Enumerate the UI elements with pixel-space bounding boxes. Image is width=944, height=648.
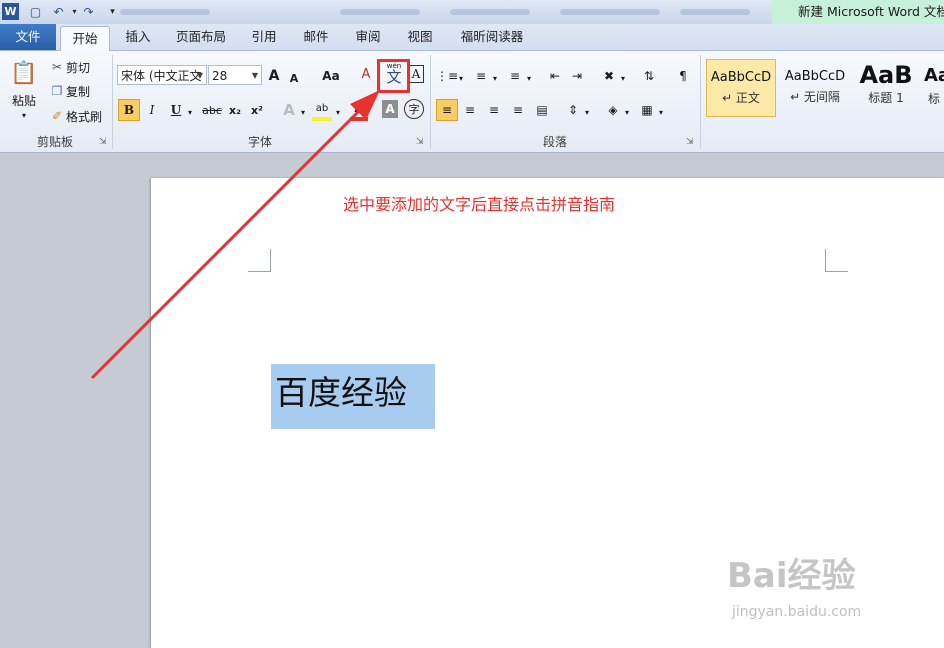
arrow-shaft bbox=[90, 106, 364, 380]
baidu-watermark-logo: Bai经验 bbox=[727, 556, 856, 596]
baidu-watermark-url: jingyan.baidu.com bbox=[732, 604, 862, 620]
